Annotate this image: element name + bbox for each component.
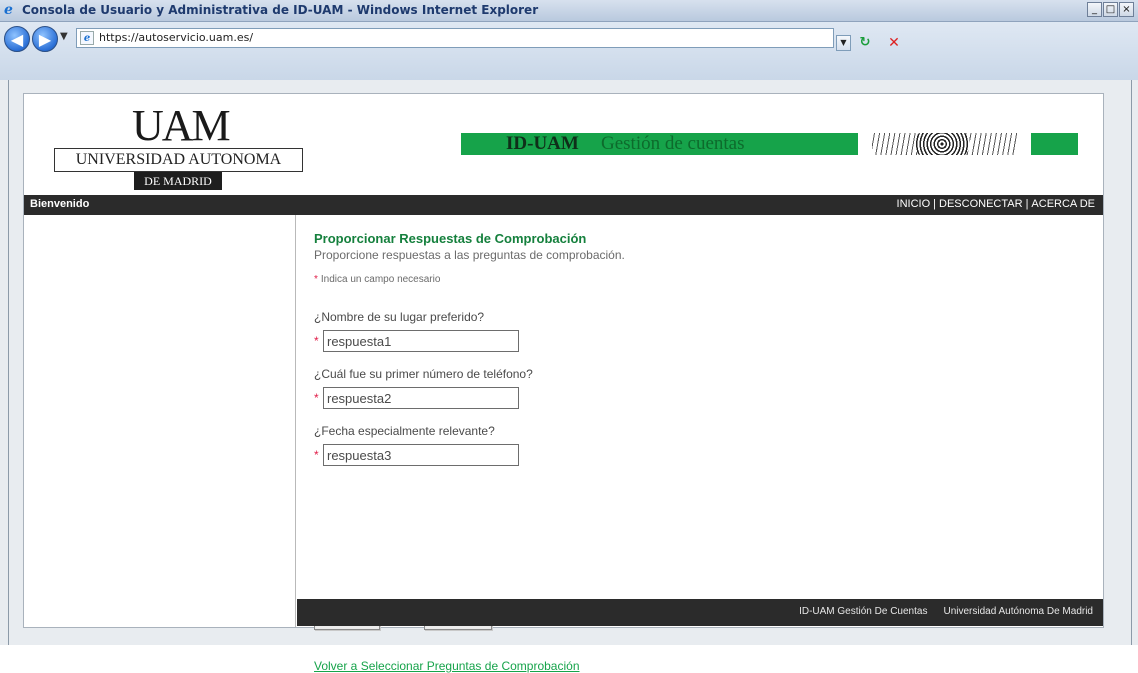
- answer-1-input[interactable]: [323, 330, 519, 352]
- form-description: Proporcione respuestas a las preguntas d…: [314, 248, 625, 262]
- logo-subtitle: DE MADRID: [134, 172, 222, 190]
- required-star: *: [314, 334, 319, 348]
- footer-text: ID-UAM Gestión De Cuentas Universidad Aut…: [799, 606, 1093, 617]
- logo-mark: UAM: [132, 101, 231, 150]
- address-dropdown-icon[interactable]: ▼: [836, 35, 851, 51]
- logo-university-name: UNIVERSIDAD AUTONOMA: [54, 148, 303, 172]
- required-field-note: * Indica un campo necesario: [314, 274, 440, 285]
- window-controls: _ □ ×: [1086, 2, 1134, 17]
- recent-pages-dropdown-icon[interactable]: ▼: [60, 31, 68, 42]
- answer-2-input[interactable]: [323, 387, 519, 409]
- stop-icon[interactable]: ✕: [885, 35, 903, 51]
- main-content: Proporcionar Respuestas de Comprobación …: [314, 215, 1074, 673]
- forward-button[interactable]: ▶: [32, 26, 58, 52]
- ie-logo-icon: e: [4, 2, 13, 18]
- top-nav-bar: Bienvenido INICIO | DESCONECTAR | ACERCA DE: [24, 195, 1103, 215]
- required-note-text: Indica un campo necesario: [320, 274, 441, 285]
- frame-right-edge: [1131, 80, 1132, 645]
- footer-university: Universidad Autónoma De Madrid: [943, 606, 1093, 617]
- welcome-label: Bienvenido: [30, 198, 90, 210]
- form-title: Proporcionar Respuestas de Comprobación: [314, 231, 587, 246]
- uam-logo: UAM UNIVERSIDAD AUTONOMA DE MADRID: [54, 104, 304, 194]
- back-to-questions-link[interactable]: Volver a Seleccionar Preguntas de Compro…: [314, 659, 580, 673]
- window-title: Consola de Usuario y Administrativa de I…: [22, 3, 539, 17]
- required-star: *: [314, 274, 318, 285]
- page-footer: ID-UAM Gestión De Cuentas Universidad Aut…: [297, 599, 1103, 626]
- frame-left-edge: [8, 80, 9, 645]
- id-uam-banner: ID-UAM Gestión de cuentas: [461, 133, 858, 155]
- fingerprint-whorl: [914, 133, 970, 155]
- maximize-button[interactable]: □: [1103, 2, 1118, 17]
- nav-link-desconectar[interactable]: DESCONECTAR: [939, 198, 1023, 210]
- page-icon: e: [80, 31, 94, 45]
- address-bar[interactable]: e https://autoservicio.uam.es/ ▼ ↻ ✕: [76, 28, 900, 51]
- banner-subtitle: Gestión de cuentas: [601, 133, 745, 154]
- answer-3-input[interactable]: [323, 444, 519, 466]
- refresh-icon[interactable]: ↻: [856, 35, 874, 51]
- footer-product: ID-UAM Gestión De Cuentas: [799, 606, 928, 617]
- question-2-label: ¿Cuál fue su primer número de teléfono?: [314, 367, 533, 381]
- green-decoration: [1031, 133, 1078, 155]
- banner-title: ID-UAM: [506, 133, 579, 154]
- close-window-button[interactable]: ×: [1119, 2, 1134, 17]
- nav-link-acerca-de[interactable]: ACERCA DE: [1031, 198, 1095, 210]
- nav-separator: |: [933, 198, 937, 210]
- address-url[interactable]: https://autoservicio.uam.es/: [99, 31, 253, 44]
- question-3-label: ¿Fecha especialmente relevante?: [314, 424, 495, 438]
- required-star: *: [314, 448, 319, 462]
- browser-navbar: ◀ ▶ ▼ e https://autoservicio.uam.es/ ▼ ↻…: [0, 22, 1138, 80]
- question-1-label: ¿Nombre de su lugar preferido?: [314, 310, 485, 324]
- web-page: UAM UNIVERSIDAD AUTONOMA DE MADRID ID-UA…: [23, 93, 1104, 673]
- left-sidebar: [24, 215, 296, 627]
- minimize-button[interactable]: _: [1087, 2, 1102, 17]
- required-star: *: [314, 391, 319, 405]
- back-button[interactable]: ◀: [4, 26, 30, 52]
- fingerprint-graphic: [872, 133, 1017, 155]
- nav-link-inicio[interactable]: INICIO: [897, 198, 931, 210]
- window-titlebar: e Consola de Usuario y Administrativa de…: [0, 0, 1138, 22]
- top-nav-links: INICIO | DESCONECTAR | ACERCA DE: [897, 198, 1095, 210]
- nav-separator: |: [1025, 198, 1029, 210]
